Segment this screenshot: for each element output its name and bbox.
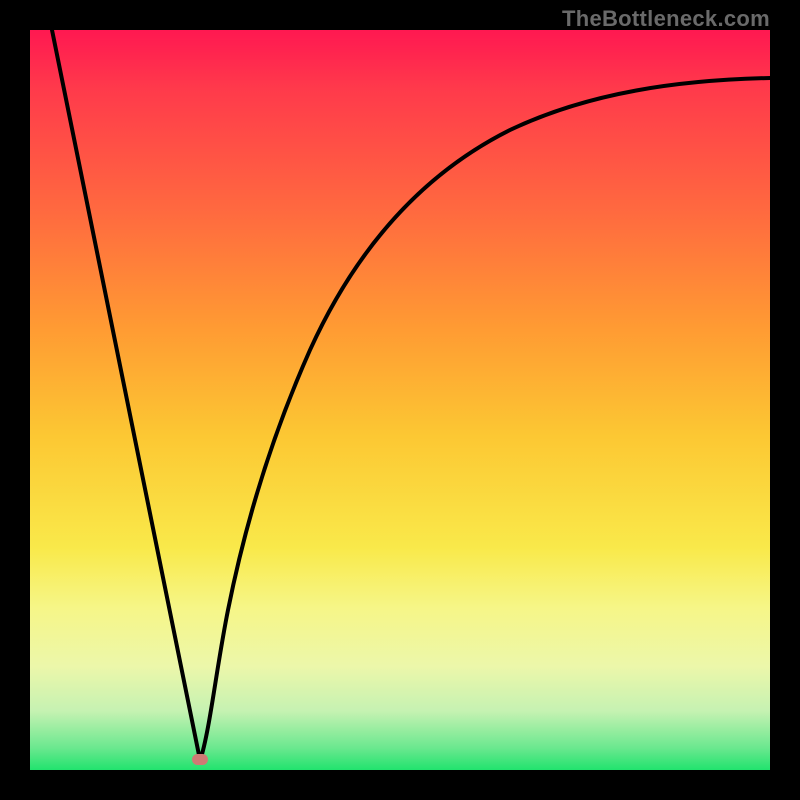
bottleneck-curve <box>30 30 770 770</box>
valley-marker-dot <box>192 754 208 765</box>
plot-frame <box>30 30 770 770</box>
curve-right-branch <box>200 78 770 761</box>
watermark-text: TheBottleneck.com <box>562 6 770 32</box>
curve-left-branch <box>52 30 200 760</box>
